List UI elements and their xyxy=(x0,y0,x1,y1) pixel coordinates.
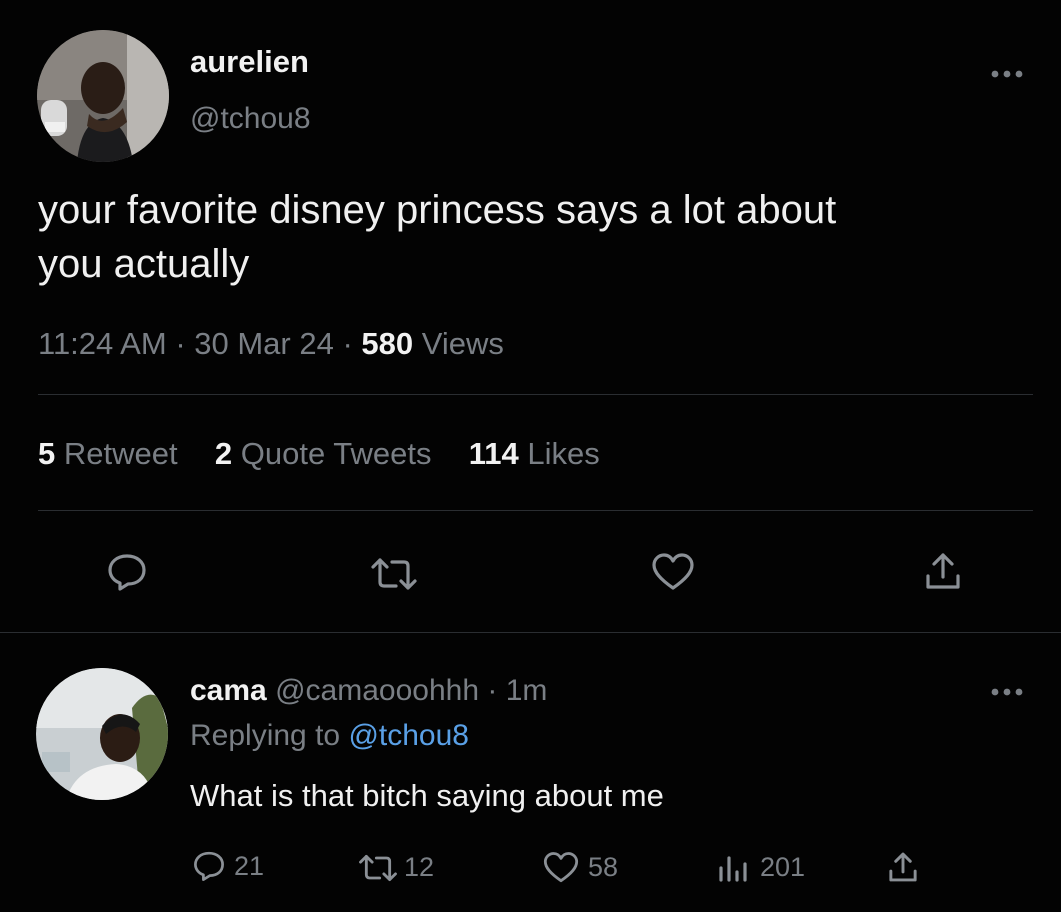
like-button[interactable] xyxy=(650,552,696,592)
likes-stat[interactable]: 114 Likes xyxy=(469,436,600,471)
bar-chart-icon xyxy=(719,856,747,882)
reply-reply-count: 21 xyxy=(234,850,265,881)
more-horizontal-icon[interactable] xyxy=(990,686,1024,698)
retweet-arrows-icon xyxy=(359,854,397,881)
speech-bubble-icon xyxy=(194,851,224,881)
retweet-arrows-icon xyxy=(371,558,417,590)
engagement-stats: 5 Retweet 2 Quote Tweets 114 Likes xyxy=(38,436,600,472)
meta-separator: · xyxy=(487,674,498,707)
reply-header: cama @camaooohhh · 1m xyxy=(190,674,547,708)
reply-share-button[interactable] xyxy=(886,850,920,884)
heart-outline-icon xyxy=(652,553,694,590)
reply-reply-button[interactable]: 21 xyxy=(192,850,264,882)
meta-separator: · xyxy=(342,326,353,361)
views-count: 580 xyxy=(361,326,414,361)
reply-views-button[interactable]: 201 xyxy=(716,850,805,884)
reply-like-count: 58 xyxy=(588,852,619,882)
more-horizontal-icon[interactable] xyxy=(990,68,1024,80)
reply-retweet-count: 12 xyxy=(404,852,435,882)
divider xyxy=(38,510,1033,511)
author-name[interactable]: aurelien xyxy=(190,44,309,80)
reply-views-count: 201 xyxy=(760,851,806,882)
retweets-stat[interactable]: 5 Retweet xyxy=(38,436,186,471)
replying-prefix: Replying to xyxy=(190,719,341,752)
heart-outline-icon xyxy=(543,852,579,883)
share-upload-icon xyxy=(889,852,917,882)
quote-tweets-label: Quote Tweets xyxy=(240,436,432,471)
reply-author-handle[interactable]: @camaooohhh xyxy=(275,674,479,707)
meta-separator: · xyxy=(175,326,186,361)
quote-tweets-stat[interactable]: 2 Quote Tweets xyxy=(215,436,440,471)
divider xyxy=(0,632,1061,633)
tweet-time[interactable]: 11:24 AM xyxy=(38,326,167,361)
retweet-button[interactable] xyxy=(370,556,418,592)
retweets-label: Retweet xyxy=(63,436,178,471)
quote-tweets-count: 2 xyxy=(214,436,233,471)
tweet-text-line-1: your favorite disney princess says a lot… xyxy=(38,188,837,232)
reply-age[interactable]: 1m xyxy=(506,674,548,707)
tweet-meta-row: 11:24 AM · 30 Mar 24 · 580 Views xyxy=(38,326,504,362)
author-avatar[interactable] xyxy=(37,30,169,162)
replying-handle-link[interactable]: @tchou8 xyxy=(348,719,469,752)
retweets-count: 5 xyxy=(38,436,56,471)
tweet-date[interactable]: 30 Mar 24 xyxy=(194,326,334,361)
reply-author-avatar[interactable] xyxy=(36,668,168,800)
reply-button[interactable] xyxy=(106,552,148,592)
divider xyxy=(38,394,1033,395)
reply-text: What is that bitch saying about me xyxy=(190,778,664,813)
share-button[interactable] xyxy=(922,550,964,592)
author-handle[interactable]: @tchou8 xyxy=(190,102,311,136)
replying-to: Replying to @tchou8 xyxy=(190,719,469,753)
likes-label: Likes xyxy=(527,436,600,471)
speech-bubble-icon xyxy=(108,554,146,591)
reply-like-button[interactable]: 58 xyxy=(542,851,618,884)
likes-count: 114 xyxy=(468,436,519,471)
tweet-text-line-2: you actually xyxy=(38,242,250,286)
views-label: Views xyxy=(421,326,504,361)
reply-retweet-button[interactable]: 12 xyxy=(358,852,434,883)
reply-author-name[interactable]: cama xyxy=(190,674,267,707)
share-upload-icon xyxy=(926,553,960,589)
